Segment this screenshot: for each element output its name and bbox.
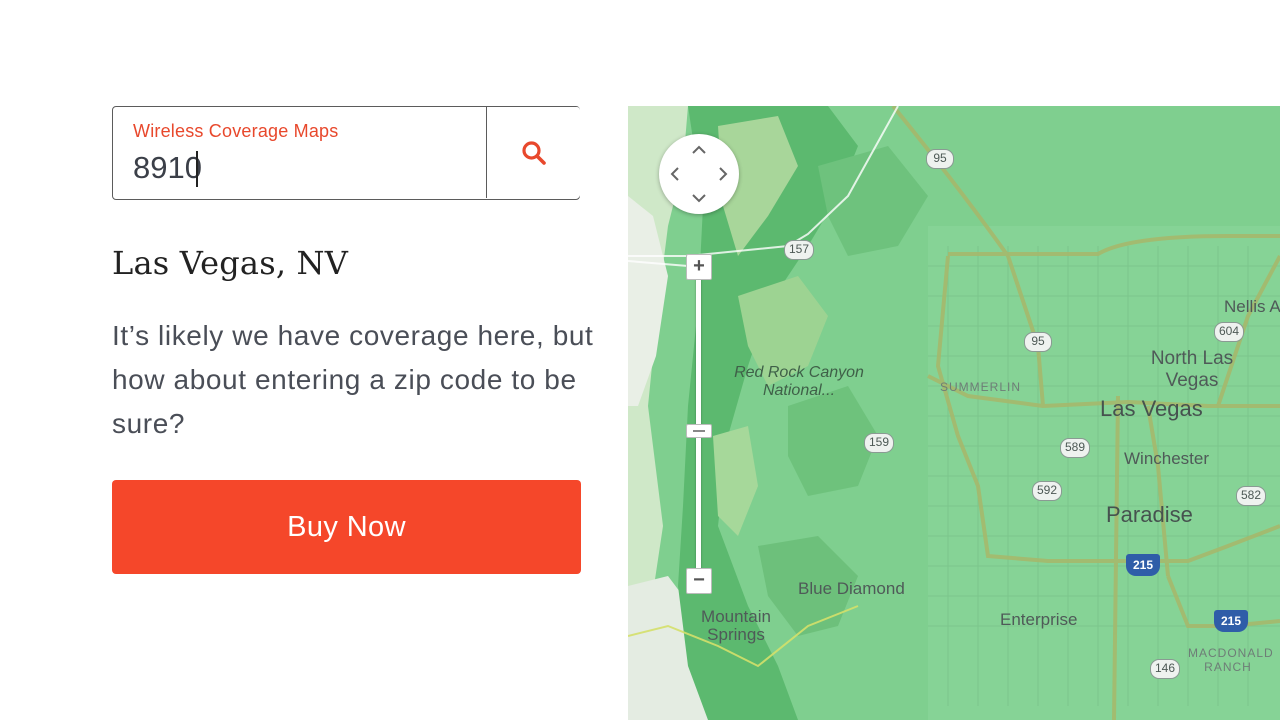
search-icon [521,140,546,165]
pan-right-icon[interactable] [715,166,731,182]
zoom-slider-track[interactable] [696,264,701,582]
pan-down-icon[interactable] [691,190,707,206]
place-label: Nellis A [1224,297,1280,316]
zoom-slider-handle[interactable] [686,424,712,438]
place-label: Winchester [1124,449,1210,468]
text-cursor [196,151,198,187]
route-shield: 157 [784,240,815,260]
search-label: Wireless Coverage Maps [133,121,339,141]
place-label: Mountain Springs [701,607,771,644]
route-shield: 95 [1024,332,1052,352]
coverage-message: It’s likely we have coverage here, but h… [112,320,594,439]
place-label: Enterprise [1000,610,1078,629]
route-shield: 592 [1032,481,1063,501]
search-button[interactable] [486,107,580,198]
buy-now-button[interactable]: Buy Now [112,480,581,574]
pan-control[interactable] [659,134,739,214]
place-label: Las Vegas [1100,396,1203,421]
interstate-shield: 215 [1214,610,1248,632]
pan-up-icon[interactable] [691,142,707,158]
zoom-in-button[interactable]: + [686,254,712,280]
location-heading: Las Vegas, NV [112,244,349,282]
place-label: North Las Vegas [1150,348,1234,391]
coverage-map[interactable]: + − Nellis A North Las Vegas SUMMERLIN R… [628,106,1280,720]
pan-left-icon[interactable] [667,166,683,182]
route-shield: 95 [926,149,954,169]
place-label: MACDONALD RANCH [1188,646,1274,674]
route-shield: 604 [1214,322,1245,342]
interstate-shield: 215 [1126,554,1160,576]
place-label: Blue Diamond [798,579,905,598]
place-label: Paradise [1106,502,1193,527]
route-shield: 159 [864,433,895,453]
route-shield: 582 [1236,486,1267,506]
route-shield: 146 [1150,659,1181,679]
place-label: Red Rock Canyon National... [734,364,864,399]
route-shield: 589 [1060,438,1091,458]
zoom-out-button[interactable]: − [686,568,712,594]
zip-search-box: Wireless Coverage Maps [112,106,580,200]
place-label: SUMMERLIN [940,380,1022,394]
zip-code-input[interactable] [133,147,453,189]
